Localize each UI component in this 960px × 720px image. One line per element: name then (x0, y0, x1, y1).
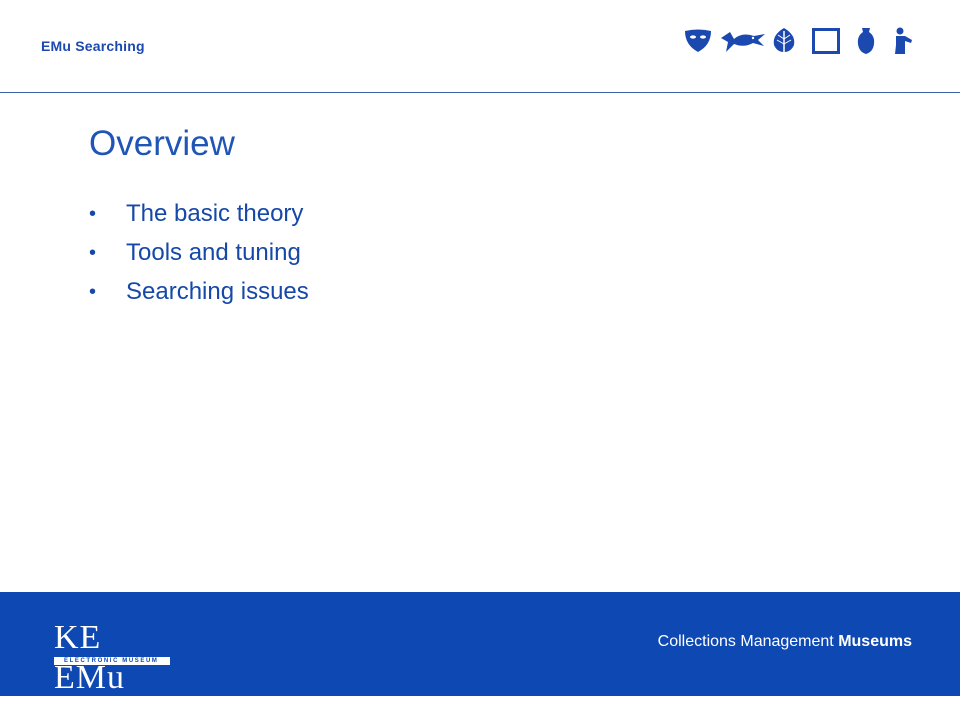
ke-emu-logo: KE EMu ELECTRONIC MUSEUM (54, 619, 172, 696)
mask-icon (685, 29, 711, 52)
bullet-marker: • (89, 203, 97, 225)
list-item: • Tools and tuning (89, 236, 309, 275)
list-item-text: Tools and tuning (126, 239, 301, 266)
bullet-marker: • (89, 242, 97, 264)
frame-icon (812, 28, 840, 54)
bird-icon (721, 32, 765, 52)
list-item-text: The basic theory (126, 200, 304, 227)
slide-title: Overview (89, 124, 235, 163)
list-item: • Searching issues (89, 275, 309, 314)
header-bar: EMu Searching (0, 0, 960, 93)
tagline-bold: Museums (838, 633, 912, 650)
list-item-text: Searching issues (126, 278, 309, 305)
statue-icon (895, 27, 912, 54)
footer-bar: KE EMu ELECTRONIC MUSEUM Collections Man… (0, 592, 960, 696)
list-item: • The basic theory (89, 197, 309, 236)
collection-icons (684, 26, 916, 56)
vase-icon (857, 28, 875, 54)
tagline-regular: Collections Management (657, 633, 834, 650)
tagline: Collections Management Museums (658, 633, 912, 651)
logo-subtext: ELECTRONIC MUSEUM (64, 658, 159, 664)
bullet-list: • The basic theory • Tools and tuning • … (89, 197, 309, 314)
leaf-icon (773, 28, 795, 55)
bullet-marker: • (89, 281, 97, 303)
presentation-title: EMu Searching (41, 38, 145, 54)
